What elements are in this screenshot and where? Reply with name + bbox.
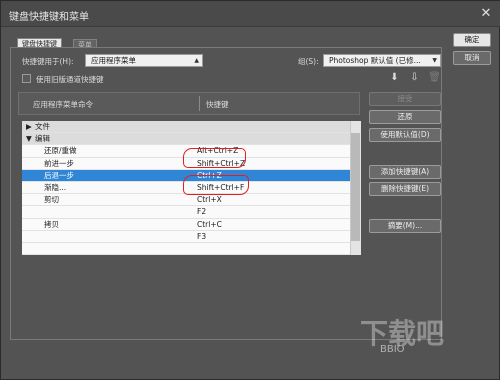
header-divider bbox=[199, 96, 200, 111]
collapse-icon[interactable]: ▼ bbox=[26, 133, 32, 145]
cancel-button[interactable]: 取消 bbox=[453, 51, 491, 65]
row-command: 文件 bbox=[35, 122, 50, 131]
table-row[interactable]: 剪切 Ctrl+X bbox=[22, 194, 350, 207]
row-shortcut[interactable]: F2 bbox=[197, 206, 206, 218]
window-title: 键盘快捷键和菜单 bbox=[9, 12, 89, 23]
shortcuts-for-value: 应用程序菜单 bbox=[91, 56, 136, 65]
row-command: 拷贝 bbox=[44, 219, 59, 229]
table-row[interactable]: ▶ 文件 bbox=[22, 121, 350, 134]
shortcuts-for-label: 快捷键用于(H): bbox=[22, 57, 74, 66]
legacy-channel-checkbox[interactable] bbox=[22, 74, 31, 83]
delete-shortcut-button[interactable]: 删除快捷键(E) bbox=[369, 182, 441, 196]
row-command: 剪切 bbox=[44, 195, 59, 205]
column-header-shortcut: 快捷键 bbox=[206, 100, 229, 109]
scrollbar-thumb[interactable] bbox=[351, 133, 360, 241]
row-shortcut[interactable]: F3 bbox=[197, 231, 206, 243]
set-label: 组(S): bbox=[298, 57, 319, 66]
table-row[interactable]: ▼ 编辑 bbox=[22, 133, 350, 146]
set-select[interactable]: Photoshop 默认值 (已修... ▼ bbox=[323, 54, 441, 67]
table-header: 应用程序菜单命令 快捷键 bbox=[18, 92, 360, 115]
row-command: 编辑 bbox=[35, 134, 50, 144]
expand-icon[interactable]: ▶ bbox=[26, 121, 32, 133]
close-icon[interactable]: ✕ bbox=[478, 6, 494, 22]
restore-button[interactable]: 还原 bbox=[369, 110, 441, 124]
annotation-circle-step-back bbox=[183, 175, 249, 195]
accept-button[interactable]: 接受 bbox=[369, 92, 441, 106]
column-header-command: 应用程序菜单命令 bbox=[33, 100, 93, 109]
legacy-channel-label: 使用旧版通道快捷键 bbox=[36, 75, 104, 84]
chevron-down-icon: ▲ bbox=[194, 57, 199, 64]
watermark-logo: 下载吧 BBIO bbox=[360, 312, 500, 372]
annotation-circle-undo bbox=[183, 148, 246, 168]
ok-button[interactable]: 确定 bbox=[453, 33, 491, 47]
row-shortcut[interactable]: Ctrl+C bbox=[197, 219, 222, 231]
table-row[interactable] bbox=[22, 243, 350, 255]
save-set-as-icon[interactable]: ⇩ bbox=[408, 71, 421, 84]
row-command: 前进一步 bbox=[44, 158, 74, 168]
row-command: 渐隐... bbox=[44, 183, 67, 192]
add-shortcut-button[interactable]: 添加快捷键(A) bbox=[369, 165, 441, 179]
table-row[interactable]: F3 bbox=[22, 231, 350, 243]
trash-icon[interactable]: 🗑 bbox=[428, 71, 441, 84]
table-row[interactable]: F2 bbox=[22, 206, 350, 219]
summarize-button[interactable]: 摘要(M)... bbox=[369, 219, 441, 233]
use-default-button[interactable]: 使用默认值(D) bbox=[369, 128, 441, 142]
save-set-icon[interactable]: ⬇ bbox=[388, 71, 401, 84]
title-bar: 键盘快捷键和菜单 ✕ bbox=[1, 1, 500, 27]
row-command: 后退一步 bbox=[44, 170, 74, 180]
set-value: Photoshop 默认值 (已修... bbox=[329, 56, 421, 65]
watermark-subtext: BBIO bbox=[380, 344, 405, 355]
row-command: 还原/重做 bbox=[44, 146, 77, 156]
chevron-down-icon: ▼ bbox=[432, 57, 437, 64]
row-shortcut[interactable]: Ctrl+X bbox=[197, 194, 222, 206]
table-row[interactable]: 拷贝 Ctrl+C bbox=[22, 219, 350, 231]
shortcuts-for-select[interactable]: 应用程序菜单 ▲ bbox=[85, 54, 203, 67]
